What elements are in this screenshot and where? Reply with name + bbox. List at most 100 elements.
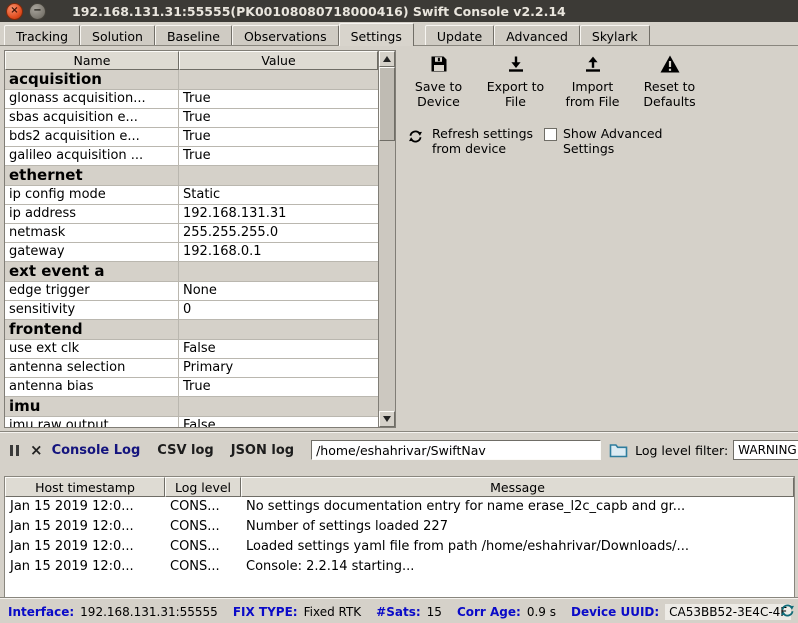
setting-name: ip address [5,205,179,223]
settings-row[interactable]: gateway192.168.0.1 [5,243,378,262]
pause-icon [16,445,19,456]
log-timestamp: Jan 15 2019 12:0... [5,557,165,577]
warning-triangle-icon [659,54,681,78]
settings-row[interactable]: antenna biasTrue [5,378,378,397]
setting-name: frontend [5,320,179,339]
tab-skylark[interactable]: Skylark [580,25,650,45]
settings-row[interactable]: ip address192.168.131.31 [5,205,378,224]
settings-row[interactable]: antenna selectionPrimary [5,359,378,378]
minimize-window-button[interactable]: − [29,3,46,20]
settings-section-row[interactable]: ethernet [5,166,378,186]
log-message: No settings documentation entry for name… [241,497,794,517]
setting-name: galileo acquisition ... [5,147,179,165]
refresh-icon [408,129,423,148]
status-corr-age: Corr Age:0.9 s [457,601,556,620]
setting-name: sensitivity [5,301,179,319]
setting-name: netmask [5,224,179,242]
refresh-advanced-row: Refresh settings from device Show Advanc… [402,126,796,156]
setting-value [179,166,378,185]
settings-section-row[interactable]: frontend [5,320,378,340]
column-header-host-timestamp[interactable]: Host timestamp [5,477,165,497]
setting-value: 192.168.0.1 [179,243,378,261]
scroll-down-button[interactable] [379,411,395,427]
settings-section-row[interactable]: ext event a [5,262,378,282]
setting-value: False [179,417,378,427]
status-value: 192.168.131.31:55555 [80,605,218,619]
pause-button[interactable] [10,445,19,456]
show-advanced-label: Show Advanced Settings [563,126,665,156]
log-path-input[interactable] [311,440,601,460]
tab-advanced[interactable]: Advanced [494,25,580,45]
setting-value [179,70,378,89]
settings-row[interactable]: imu raw outputFalse [5,417,378,427]
refresh-settings-button[interactable] [408,129,423,148]
column-header-value[interactable]: Value [179,51,378,70]
tab-update[interactable]: Update [425,25,494,45]
log-level-filter-select[interactable]: WARNING [733,440,798,460]
csv-log-toggle[interactable]: CSV log [157,443,213,458]
settings-row[interactable]: glonass acquisition...True [5,90,378,109]
settings-scrollbar[interactable] [378,51,395,427]
pause-icon [10,445,13,456]
log-row[interactable]: Jan 15 2019 12:0...CONS...Console: 2.2.1… [5,557,794,577]
status-label: #Sats: [376,605,420,619]
tab-baseline[interactable]: Baseline [155,25,232,45]
close-console-button[interactable]: × [30,443,43,458]
settings-row[interactable]: galileo acquisition ...True [5,147,378,166]
save-to-device-button[interactable]: Save to Device [402,52,475,112]
tab-tracking[interactable]: Tracking [4,25,80,45]
setting-name: ext event a [5,262,179,281]
setting-name: antenna selection [5,359,179,377]
setting-value: False [179,340,378,358]
setting-value: 192.168.131.31 [179,205,378,223]
sync-icon[interactable] [780,603,795,622]
folder-icon[interactable] [609,443,628,458]
setting-name: use ext clk [5,340,179,358]
status-value: 15 [427,605,442,619]
setting-name: ethernet [5,166,179,185]
settings-section-row[interactable]: imu [5,397,378,417]
log-row[interactable]: Jan 15 2019 12:0...CONS...No settings do… [5,497,794,517]
action-button-label: Import from File [556,80,629,110]
settings-row[interactable]: netmask255.255.255.0 [5,224,378,243]
action-button-label: Reset to Defaults [633,80,706,110]
settings-row[interactable]: sbas acquisition e...True [5,109,378,128]
column-header-message[interactable]: Message [241,477,794,497]
setting-value: True [179,128,378,146]
tab-observations[interactable]: Observations [232,25,339,45]
import-from-file-button[interactable]: Import from File [556,52,629,112]
setting-value: True [179,378,378,396]
log-row[interactable]: Jan 15 2019 12:0...CONS...Number of sett… [5,517,794,537]
settings-table-header: Name Value [5,51,378,70]
log-row[interactable]: Jan 15 2019 12:0...CONS...Loaded setting… [5,537,794,557]
status-fix-type: FIX TYPE:Fixed RTK [233,601,361,620]
settings-row[interactable]: edge triggerNone [5,282,378,301]
settings-table-body: Name Value acquisitionglonass acquisitio… [5,51,378,427]
column-header-log-level[interactable]: Log level [165,477,241,497]
setting-name: imu [5,397,179,416]
tab-solution[interactable]: Solution [80,25,155,45]
reset-to-defaults-button[interactable]: Reset to Defaults [633,52,706,112]
checkbox-icon[interactable] [544,128,557,141]
column-header-name[interactable]: Name [5,51,179,70]
settings-row[interactable]: bds2 acquisition e...True [5,128,378,147]
json-log-toggle[interactable]: JSON log [231,443,294,458]
close-window-button[interactable]: × [6,3,23,20]
show-advanced-checkbox[interactable]: Show Advanced Settings [544,126,665,156]
settings-row[interactable]: sensitivity0 [5,301,378,320]
settings-row[interactable]: ip config modeStatic [5,186,378,205]
scrollbar-thumb[interactable] [379,67,395,141]
settings-actions-panel: Save to Device Export to File Import fro… [402,52,796,156]
setting-name: sbas acquisition e... [5,109,179,127]
status-device-uuid: Device UUID:CA53BB52-3E4C-4F [571,601,791,620]
settings-section-row[interactable]: acquisition [5,70,378,90]
log-level-value: WARNING [738,443,797,457]
console-log-title: Console Log [52,443,141,458]
settings-row[interactable]: use ext clkFalse [5,340,378,359]
tab-settings[interactable]: Settings [339,23,414,46]
export-to-file-button[interactable]: Export to File [479,52,552,112]
scroll-up-button[interactable] [379,51,395,67]
setting-value: True [179,147,378,165]
refresh-settings-label: Refresh settings from device [432,126,538,156]
settings-pane: Name Value acquisitionglonass acquisitio… [0,46,798,431]
